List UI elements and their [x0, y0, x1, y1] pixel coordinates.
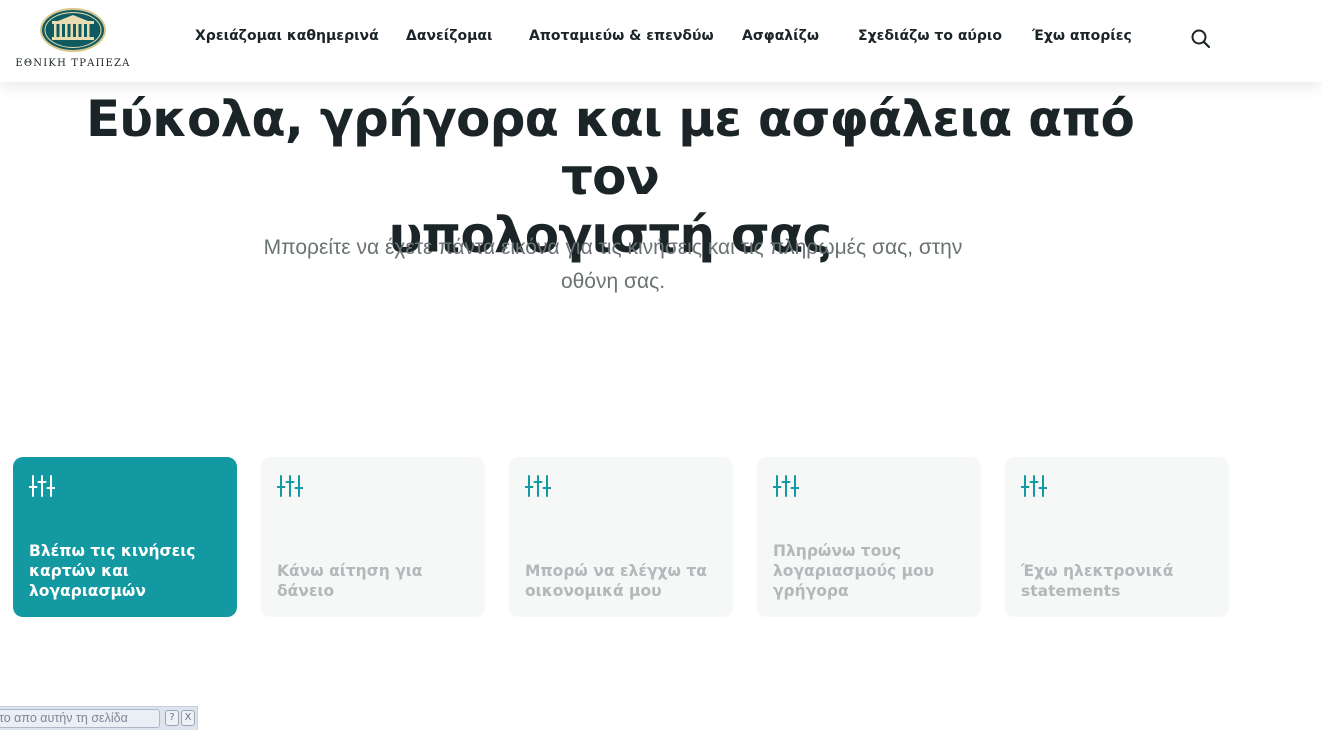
- feature-card-label: Έχω ηλεκτρονικά statements: [1021, 562, 1174, 600]
- translate-bar: το απο αυτήν τη σελίδα ? X: [0, 706, 198, 730]
- feature-card-view-transactions[interactable]: Βλέπω τις κινήσεις καρτών και λογαριασμώ…: [13, 457, 237, 617]
- close-icon[interactable]: X: [181, 710, 195, 726]
- hero-subtitle-line-2: οθόνη σας.: [560, 270, 666, 293]
- search-icon: [1191, 29, 1211, 49]
- feature-card-label: Πληρώνω τους λογαριασμούς μου γρήγορα: [773, 542, 935, 600]
- feature-card-check-finances[interactable]: Μπορώ να ελέγχω τα οικονομικά μου: [509, 457, 733, 617]
- help-icon[interactable]: ?: [165, 710, 179, 726]
- sliders-icon: [525, 475, 551, 497]
- sliders-icon: [277, 475, 303, 497]
- sliders-icon: [29, 475, 55, 497]
- page: ΕΘΝΙΚΗ ΤΡΑΠΕΖΑ Χρειάζομαι καθημερινά Δαν…: [0, 0, 1322, 731]
- feature-card-pay-bills[interactable]: Πληρώνω τους λογαριασμούς μου γρήγορα: [757, 457, 981, 617]
- nav-item-questions[interactable]: Έχω απορίες: [1032, 28, 1132, 48]
- search-button[interactable]: [1188, 26, 1214, 52]
- feature-card-label: Μπορώ να ελέγχω τα οικονομικά μου: [525, 562, 707, 600]
- nav-item-loans[interactable]: Δανείζομαι: [406, 28, 493, 48]
- nav-item-daily-needs[interactable]: Χρειάζομαι καθημερινά: [195, 28, 379, 48]
- nav-item-plan-future[interactable]: Σχεδιάζω το αύριο: [858, 28, 1002, 48]
- hero-subtitle: Μπορείτε να έχετε πάντα εικόνα για τις κ…: [200, 231, 1026, 299]
- bank-logo-text: ΕΘΝΙΚΗ ΤΡΑΠΕΖΑ: [15, 58, 131, 69]
- nav-item-insurance[interactable]: Ασφαλίζω: [742, 28, 819, 48]
- feature-card-label: Κάνω αίτηση για δάνειο: [277, 562, 423, 600]
- feature-card-loan-application[interactable]: Κάνω αίτηση για δάνειο: [261, 457, 485, 617]
- hero-title-line-1: Εύκολα, γρήγορα και με ασφάλεια από τον: [85, 90, 1135, 206]
- nav-item-save-invest[interactable]: Αποταμιεύω & επενδύω: [529, 28, 714, 48]
- translate-text[interactable]: το απο αυτήν τη σελίδα: [0, 709, 160, 728]
- sliders-icon: [773, 475, 799, 497]
- feature-card-e-statements[interactable]: Έχω ηλεκτρονικά statements: [1005, 457, 1229, 617]
- bank-building-icon: [40, 8, 106, 52]
- sliders-icon: [1021, 475, 1047, 497]
- feature-card-label: Βλέπω τις κινήσεις καρτών και λογαριασμώ…: [29, 542, 196, 600]
- site-header: ΕΘΝΙΚΗ ΤΡΑΠΕΖΑ Χρειάζομαι καθημερινά Δαν…: [0, 0, 1322, 82]
- bank-logo[interactable]: ΕΘΝΙΚΗ ΤΡΑΠΕΖΑ: [10, 6, 136, 72]
- hero-subtitle-line-1: Μπορείτε να έχετε πάντα εικόνα για τις κ…: [263, 236, 963, 259]
